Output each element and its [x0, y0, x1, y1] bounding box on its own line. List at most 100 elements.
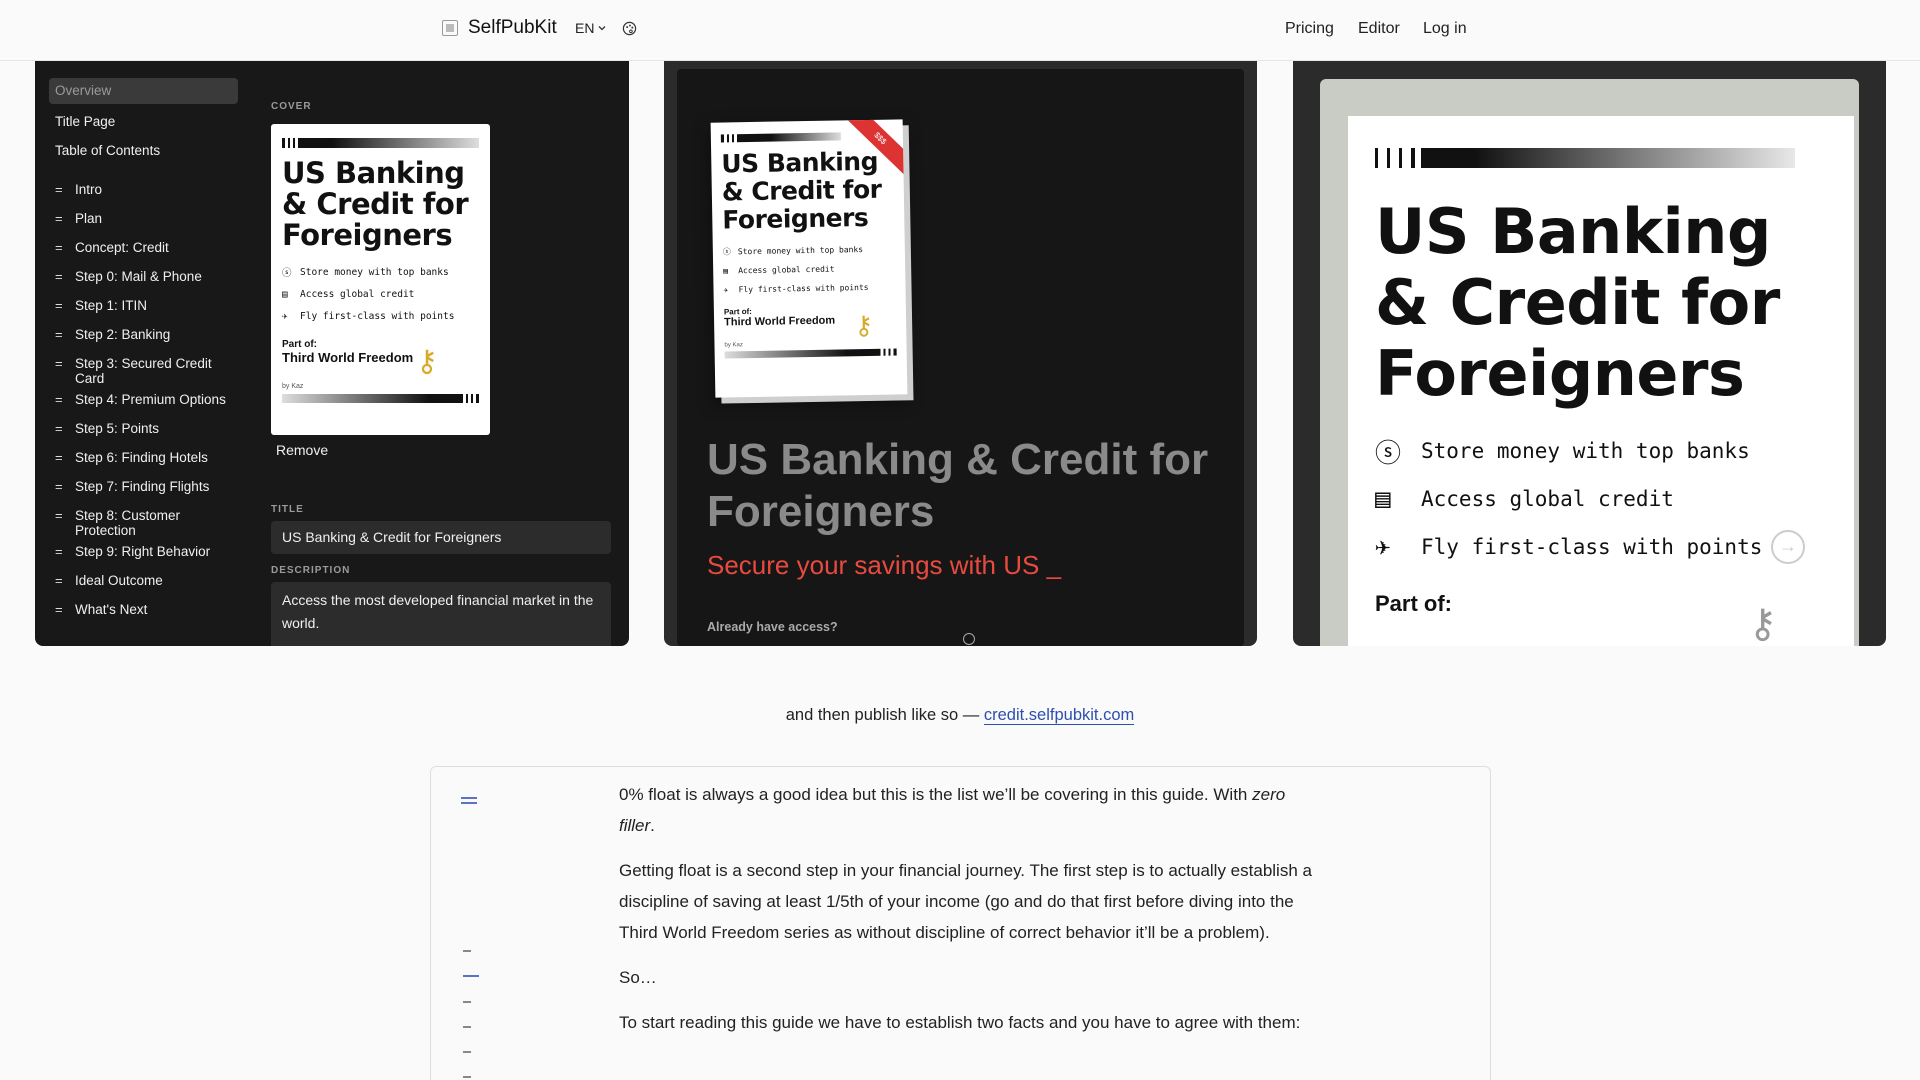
chapter-label: Step 0: Mail & Phone [75, 269, 202, 284]
description-input[interactable]: Access the most developed financial mark… [271, 582, 611, 646]
drag-handle-icon[interactable]: = [55, 392, 75, 407]
drag-handle-icon[interactable]: = [55, 450, 75, 465]
sidebar-chapter-item[interactable]: = Step 9: Right Behavior [49, 538, 238, 567]
sidebar-chapter-item[interactable]: = Step 8: Customer Protection [49, 502, 238, 538]
sidebar-chapter-item[interactable]: = Ideal Outcome [49, 567, 238, 596]
cover-large-title: US Banking & Credit for Foreigners [1375, 195, 1780, 410]
cover-large-features: ⓢ Store money with top banks ▤ Access glob… [1375, 427, 1827, 571]
nav-editor[interactable]: Editor [1358, 20, 1400, 38]
top-bar: SelfPubKit EN Pricing Editor Log in [0, 0, 1920, 61]
mockup-title: US Banking & Credit for Foreigners [721, 146, 882, 235]
drag-handle-icon[interactable]: = [55, 211, 75, 226]
caption-text: and then publish like so — [785, 706, 980, 724]
sidebar-item-toc[interactable]: Table of Contents [49, 136, 238, 165]
next-arrow-button[interactable]: → [1771, 530, 1805, 564]
drag-handle-icon[interactable]: = [55, 356, 75, 371]
sidebar-chapter-item[interactable]: = Step 5: Points [49, 415, 238, 444]
toc-toggle-icon-bar [461, 802, 477, 804]
sidebar-chapter-item[interactable]: = Concept: Credit [49, 234, 238, 263]
drag-handle-icon[interactable]: = [55, 240, 75, 255]
language-label: EN [575, 20, 595, 36]
chapter-label: Step 7: Finding Flights [75, 479, 210, 494]
toc-rail-mark[interactable] [463, 1001, 471, 1003]
plane-icon: ✈ [282, 310, 288, 322]
sidebar-chapter-item[interactable]: = Step 7: Finding Flights [49, 473, 238, 502]
drag-handle-icon[interactable]: = [55, 298, 75, 313]
title-input[interactable]: US Banking & Credit for Foreigners [271, 521, 611, 554]
author-label: by Kaz [282, 383, 304, 390]
sidebar-chapter-item[interactable]: = Step 1: ITIN [49, 292, 238, 321]
palette-icon[interactable] [622, 21, 637, 36]
drag-handle-icon[interactable]: = [55, 508, 75, 523]
sidebar-chapter-item[interactable]: = Intro [49, 176, 238, 205]
toc-rail-mark-active[interactable] [463, 975, 479, 977]
publish-caption: and then publish like so — credit.selfpu… [0, 706, 1920, 725]
nav-login[interactable]: Log in [1423, 20, 1467, 38]
drag-handle-icon[interactable]: = [55, 269, 75, 284]
drag-handle-icon[interactable]: = [55, 327, 75, 342]
chapter-label: Step 5: Points [75, 421, 160, 436]
feature-text: Access global credit [1421, 487, 1674, 511]
sidebar-chapter-item[interactable]: = Plan [49, 205, 238, 234]
toc-rail-mark[interactable] [463, 1026, 471, 1028]
nav-pricing[interactable]: Pricing [1285, 20, 1334, 38]
carousel-dot[interactable] [963, 633, 975, 645]
access-link[interactable]: Already have access? [707, 620, 838, 634]
sidebar-item-title-page[interactable]: Title Page [49, 107, 238, 136]
part-of-label: Part of: [282, 339, 317, 350]
brand[interactable]: SelfPubKit [442, 17, 557, 39]
toc-rail-mark[interactable] [463, 1051, 471, 1053]
feature-text: Store money with top banks [737, 245, 864, 257]
plane-icon: ✈ [723, 285, 729, 295]
book-mockup: $$$ US Banking & Credit for Foreigners ⓢ… [710, 119, 908, 398]
feature-text: Store money with top banks [300, 266, 449, 278]
paragraph-text: 0% float is always a good idea but this … [619, 785, 1253, 804]
cover-title: US Banking & Credit for Foreigners [282, 156, 469, 252]
barcode-graphic [282, 394, 479, 403]
published-site-link[interactable]: credit.selfpubkit.com [983, 706, 1135, 725]
cover-thumbnail[interactable]: US Banking & Credit for Foreigners ⓢ Stor… [271, 124, 490, 435]
drag-handle-icon[interactable]: = [55, 479, 75, 494]
card-icon: ▤ [282, 288, 288, 300]
sidebar-chapter-item[interactable]: = Step 3: Secured Credit Card [49, 350, 238, 386]
feature-text: Access global credit [738, 264, 835, 276]
title-label: TITLE [271, 504, 304, 515]
sidebar-item-overview[interactable]: Overview [49, 78, 238, 104]
drag-handle-icon[interactable]: = [55, 182, 75, 197]
drag-handle-icon[interactable]: = [55, 544, 75, 559]
drag-handle-icon[interactable]: = [55, 602, 75, 617]
cover-features: ⓢ Store money with top banks ▤ Access glob… [282, 261, 479, 327]
chapter-label: Step 2: Banking [75, 327, 171, 342]
cover-label: COVER [271, 101, 312, 112]
cover-feature: ▤ Access global credit [282, 283, 479, 305]
landing-screenshot: $$$ US Banking & Credit for Foreigners ⓢ… [664, 61, 1257, 646]
chapter-label: What's Next [75, 602, 148, 617]
key-icon: ⚷ [1748, 602, 1778, 646]
feature-text: Access global credit [300, 288, 415, 300]
toc-toggle-icon[interactable] [461, 797, 477, 799]
drag-handle-icon[interactable]: = [55, 421, 75, 436]
language-selector[interactable]: EN [575, 20, 607, 36]
mockup-features: ⓢ Store money with top banks ▤ Access glob… [723, 240, 896, 300]
landing-page: $$$ US Banking & Credit for Foreigners ⓢ… [677, 69, 1244, 646]
barcode-graphic [724, 348, 897, 359]
card-icon: ▤ [1375, 484, 1391, 514]
chapter-label: Intro [75, 182, 103, 197]
sidebar-chapter-item[interactable]: = Step 2: Banking [49, 321, 238, 350]
feature-text: Fly first-class with points [300, 310, 455, 322]
sidebar-chapter-item[interactable]: = Step 0: Mail & Phone [49, 263, 238, 292]
toc-rail-mark[interactable] [463, 1076, 471, 1078]
paragraph: So… [619, 968, 657, 987]
sidebar-chapter-item[interactable]: = What's Next [49, 596, 238, 625]
chapter-label: Step 3: Secured Credit Card [75, 356, 212, 386]
chapter-label: Step 9: Right Behavior [75, 544, 211, 559]
sidebar-chapter-item[interactable]: = Step 6: Finding Hotels [49, 444, 238, 473]
toc-rail-mark[interactable] [463, 950, 471, 952]
chapter-list: = Intro = Plan = Concept: Credit = Step 0: Mail… [49, 176, 238, 625]
sidebar-chapter-item[interactable]: = Step 4: Premium Options [49, 386, 238, 415]
plane-icon: ✈ [1375, 532, 1391, 562]
cover-large-feature: ⓢ Store money with top banks [1375, 427, 1827, 475]
drag-handle-icon[interactable]: = [55, 573, 75, 588]
remove-cover-button[interactable]: Remove [276, 442, 328, 458]
